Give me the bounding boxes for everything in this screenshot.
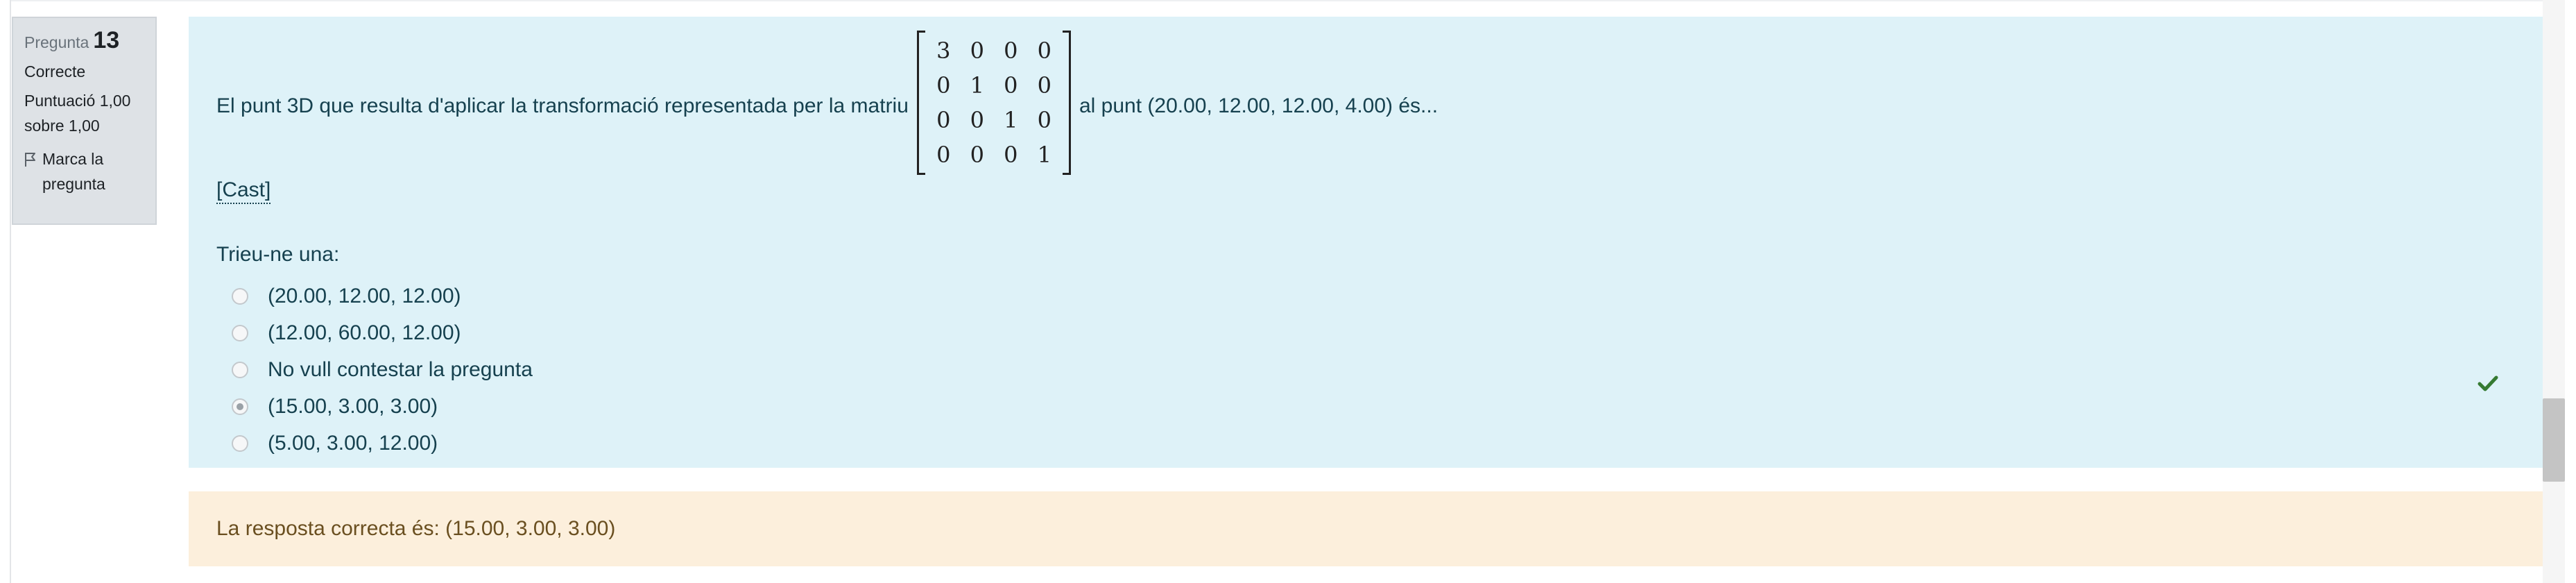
matrix-grid: 3 0 0 0 0 1 0 0 0 0 1 0 0 0 0 1	[927, 33, 1061, 172]
answer-radio[interactable]	[232, 361, 248, 378]
answer-option[interactable]: (20.00, 12.00, 12.00)	[216, 278, 533, 314]
matrix-cell: 0	[1004, 142, 1018, 168]
question-number: 13	[93, 27, 120, 53]
question-text-before: El punt 3D que resulta d'aplicar la tran…	[216, 94, 909, 117]
flag-question-label: Marca la pregunta	[42, 150, 105, 193]
matrix-cell: 0	[1037, 72, 1051, 99]
answer-radio[interactable]	[232, 434, 248, 452]
answer-radio[interactable]	[232, 287, 248, 305]
cast-link[interactable]: [Cast]	[216, 178, 271, 204]
page-left-border	[0, 0, 11, 583]
question-info: Pregunta 13 Correcte Puntuació 1,00 sobre…	[12, 17, 157, 225]
correct-answer-text: La resposta correcta és: (15.00, 3.00, 3…	[216, 517, 616, 540]
matrix-cell: 0	[1037, 107, 1051, 133]
question-grade: Puntuació 1,00 sobre 1,00	[24, 92, 131, 135]
matrix-cell: 0	[1004, 72, 1018, 99]
answer-label: (12.00, 60.00, 12.00)	[268, 321, 461, 344]
matrix-cell: 1	[1004, 107, 1018, 133]
matrix-cell: 3	[936, 37, 951, 64]
question-state: Correcte	[24, 62, 86, 81]
answer-option[interactable]: (12.00, 60.00, 12.00)	[216, 314, 533, 351]
answer-label: (5.00, 3.00, 12.00)	[268, 431, 438, 455]
matrix-right-bracket	[1063, 31, 1071, 175]
matrix-cell: 0	[936, 107, 951, 133]
answer-radio-selected[interactable]	[232, 398, 248, 415]
matrix-cell: 0	[970, 107, 984, 133]
answer-option-selected[interactable]: (15.00, 3.00, 3.00)	[216, 388, 533, 425]
answer-label: No vull contestar la pregunta	[268, 357, 533, 381]
top-divider	[11, 0, 2543, 1]
answer-list: (20.00, 12.00, 12.00) (12.00, 60.00, 12.…	[216, 278, 533, 462]
matrix-cell: 1	[970, 72, 984, 99]
matrix-cell: 0	[970, 37, 984, 64]
matrix-cell: 0	[936, 142, 951, 168]
check-icon	[2478, 375, 2498, 391]
matrix-cell: 0	[970, 142, 984, 168]
answer-label: (15.00, 3.00, 3.00)	[268, 394, 438, 418]
matrix-cell: 0	[1004, 37, 1018, 64]
question-label: Pregunta	[24, 33, 89, 51]
answer-prompt: Trieu-ne una:	[216, 243, 340, 266]
page-right-edge	[2565, 0, 2576, 583]
flag-question-link[interactable]: Marca la pregunta	[24, 146, 144, 196]
matrix-left-bracket	[917, 31, 925, 175]
flag-icon	[25, 153, 35, 167]
matrix-cell: 0	[1037, 37, 1051, 64]
transformation-matrix: 3 0 0 0 0 1 0 0 0 0 1 0 0 0 0 1	[917, 31, 1071, 175]
answer-option[interactable]: No vull contestar la pregunta	[216, 351, 533, 388]
answer-option[interactable]: (5.00, 3.00, 12.00)	[216, 425, 533, 462]
matrix-cell: 1	[1037, 142, 1051, 168]
question-content: El punt 3D que resulta d'aplicar la tran…	[189, 17, 2543, 468]
matrix-cell: 0	[936, 72, 951, 99]
question-number-row: Pregunta 13	[24, 28, 144, 55]
answer-label: (20.00, 12.00, 12.00)	[268, 284, 461, 307]
answer-radio[interactable]	[232, 324, 248, 341]
scrollbar-thumb[interactable]	[2543, 398, 2565, 482]
correct-answer-feedback: La resposta correcta és: (15.00, 3.00, 3…	[189, 491, 2543, 566]
question-text-after: al punt (20.00, 12.00, 12.00, 4.00) és..…	[1079, 94, 1439, 117]
scrollbar-track[interactable]	[2543, 0, 2565, 583]
